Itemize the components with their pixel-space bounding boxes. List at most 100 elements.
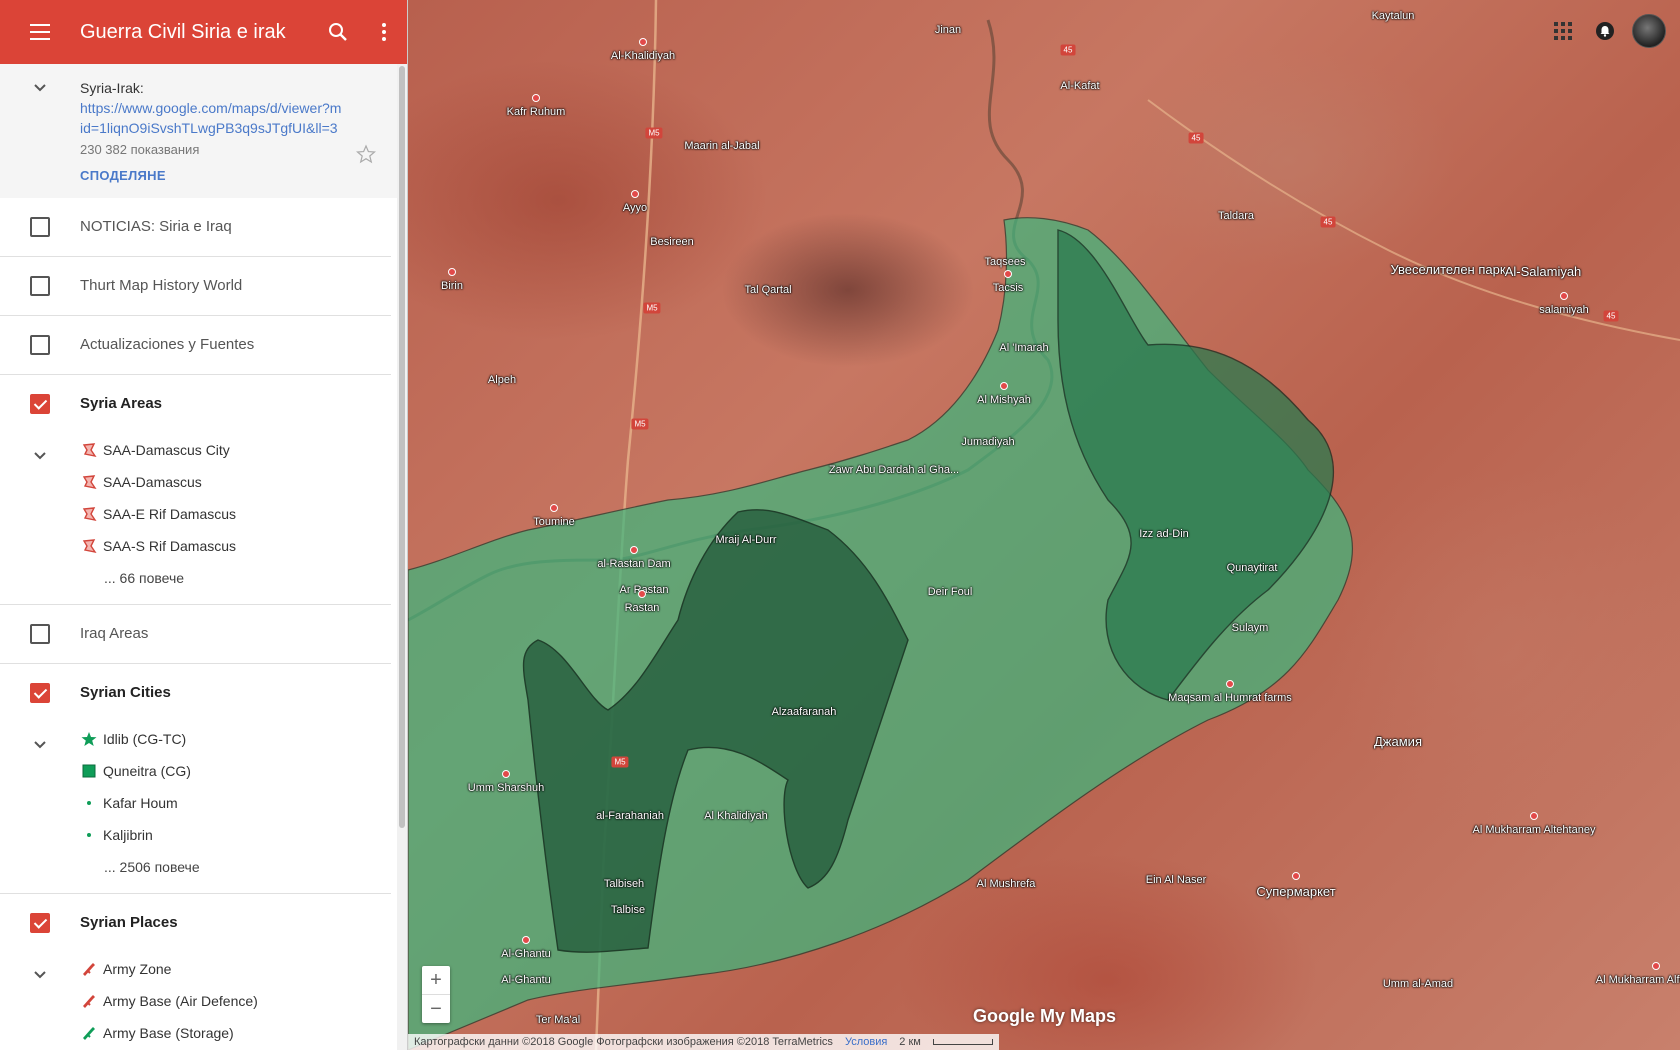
place-label[interactable]: Al-Salamiyah (1505, 264, 1582, 279)
map-marker[interactable] (1000, 382, 1008, 390)
apps-button[interactable] (1548, 16, 1578, 46)
scrollbar-thumb[interactable] (399, 66, 405, 828)
layer-name[interactable]: NOTICIAS: Siria e Iraq (80, 218, 232, 235)
place-label[interactable]: Rastan (625, 602, 660, 614)
layer-name[interactable]: Iraq Areas (80, 625, 148, 642)
map-marker[interactable] (631, 190, 639, 198)
place-label[interactable]: Al Mukharram Altehtaney (1473, 824, 1596, 836)
account-avatar[interactable] (1632, 14, 1666, 48)
place-label[interactable]: Alzaafaranah (772, 706, 837, 718)
place-label[interactable]: Taqsees (985, 256, 1026, 268)
layer-checkbox[interactable] (30, 394, 50, 414)
place-label[interactable]: Deir Foul (928, 586, 973, 598)
layer-row[interactable]: Syrian Cities (0, 664, 391, 723)
layer-item[interactable]: SAA-S Rif Damascus (0, 530, 391, 562)
chevron-down-icon[interactable] (30, 735, 50, 755)
layer-item[interactable]: Army Zone (0, 953, 391, 985)
place-label[interactable]: Zawr Abu Dardah al Gha... (829, 464, 959, 476)
map-marker[interactable] (448, 268, 456, 276)
layer-checkbox[interactable] (30, 217, 50, 237)
place-label[interactable]: Kaytalun (1372, 10, 1415, 22)
place-label[interactable]: Tal Qartal (744, 284, 791, 296)
search-button[interactable] (315, 0, 361, 64)
place-label[interactable]: Супермаркет (1256, 884, 1335, 899)
place-label[interactable]: Umm Sharshuh (468, 782, 544, 794)
layer-item[interactable]: Kaljibrin (0, 819, 391, 851)
place-label[interactable]: al-Rastan Dam (597, 558, 670, 570)
place-label[interactable]: Al Khalidiyah (704, 810, 768, 822)
place-label[interactable]: Mraij Al-Durr (715, 534, 776, 546)
place-label[interactable]: Besireen (650, 236, 693, 248)
place-label[interactable]: Al 'Imarah (999, 342, 1048, 354)
place-label[interactable]: Jumadiyah (961, 436, 1014, 448)
place-label[interactable]: Увеселителен парк (1390, 262, 1505, 277)
place-label[interactable]: salamiyah (1539, 304, 1589, 316)
layer-row[interactable]: Syrian Places (0, 894, 391, 953)
notifications-button[interactable] (1590, 16, 1620, 46)
place-label[interactable]: Maqsam al Humrat farms (1168, 692, 1291, 704)
place-label[interactable]: Umm al-Amad (1383, 978, 1453, 990)
map-marker[interactable] (1004, 270, 1012, 278)
map-marker[interactable] (638, 590, 646, 598)
map-marker[interactable] (639, 38, 647, 46)
place-label[interactable]: Alpeh (488, 374, 516, 386)
map-marker[interactable] (1530, 812, 1538, 820)
share-button[interactable]: СПОДЕЛЯНЕ (80, 168, 407, 183)
chevron-down-icon[interactable] (30, 446, 50, 466)
place-label[interactable]: Birin (441, 280, 463, 292)
place-label[interactable]: Talbise (611, 904, 645, 916)
place-label[interactable]: Джамия (1374, 734, 1422, 749)
star-icon[interactable] (356, 144, 376, 164)
layer-checkbox[interactable] (30, 683, 50, 703)
map-url-link[interactable]: https://www.google.com/maps/d/viewer?mid… (80, 98, 342, 138)
layer-name[interactable]: Syrian Places (80, 914, 178, 931)
layer-item[interactable]: SAA-Damascus City (0, 434, 391, 466)
layer-item[interactable]: Kafar Houm (0, 787, 391, 819)
layer-item[interactable]: Army Base (Air Defence) (0, 985, 391, 1017)
layer-item[interactable]: SAA-E Rif Damascus (0, 498, 391, 530)
place-label[interactable]: al-Farahaniah (596, 810, 664, 822)
layer-checkbox[interactable] (30, 624, 50, 644)
place-label[interactable]: Talbiseh (604, 878, 644, 890)
place-label[interactable]: Al Mishyah (977, 394, 1031, 406)
layer-row[interactable]: NOTICIAS: Siria e Iraq (0, 198, 391, 257)
place-label[interactable]: Ayyo (623, 202, 647, 214)
map-marker[interactable] (1560, 292, 1568, 300)
map-marker[interactable] (550, 504, 558, 512)
layer-item[interactable]: Quneitra (CG) (0, 755, 391, 787)
place-label[interactable]: Al-Ghantu (501, 948, 551, 960)
place-label[interactable]: Maarin al-Jabal (684, 140, 759, 152)
chevron-down-icon[interactable] (30, 78, 50, 98)
place-label[interactable]: Al-Ghantu (501, 974, 551, 986)
place-label[interactable]: Ter Ma'al (536, 1014, 580, 1026)
chevron-down-icon[interactable] (30, 965, 50, 985)
place-label[interactable]: Al Mushrefa (977, 878, 1036, 890)
layer-row[interactable]: Syria Areas (0, 375, 391, 434)
more-options-button[interactable] (361, 0, 407, 64)
place-label[interactable]: Jinan (935, 24, 961, 36)
layer-item[interactable]: Idlib (CG-TC) (0, 723, 391, 755)
place-label[interactable]: Al-Khalidiyah (611, 50, 675, 62)
place-label[interactable]: Al Mukharram Alfuqanee (1596, 974, 1680, 986)
sidebar-scrollbar[interactable] (397, 64, 407, 1050)
terms-link[interactable]: Условия (845, 1036, 887, 1048)
place-label[interactable]: Sulaym (1232, 622, 1269, 634)
place-label[interactable]: Tacsis (993, 282, 1024, 294)
place-label[interactable]: Taldara (1218, 210, 1254, 222)
layer-row[interactable]: Actualizaciones y Fuentes (0, 316, 391, 375)
layer-checkbox[interactable] (30, 335, 50, 355)
more-items-link[interactable]: ... 66 повече (0, 562, 391, 594)
layer-name[interactable]: Syrian Cities (80, 684, 171, 701)
map-marker[interactable] (1292, 872, 1300, 880)
layer-name[interactable]: Thurt Map History World (80, 277, 242, 294)
map-canvas[interactable]: Al-Khalidiyah Jinan Kaytalun Kafr Ruhum Al-K… (408, 0, 1680, 1050)
layer-item[interactable]: Army Base (Storage) (0, 1017, 391, 1049)
place-label[interactable]: Toumine (533, 516, 575, 528)
map-marker[interactable] (522, 936, 530, 944)
place-label[interactable]: Ein Al Naser (1146, 874, 1207, 886)
layer-item[interactable]: SAA-Damascus (0, 466, 391, 498)
map-marker[interactable] (532, 94, 540, 102)
layer-name[interactable]: Syria Areas (80, 395, 162, 412)
place-label[interactable]: Izz ad-Din (1139, 528, 1189, 540)
layer-checkbox[interactable] (30, 913, 50, 933)
